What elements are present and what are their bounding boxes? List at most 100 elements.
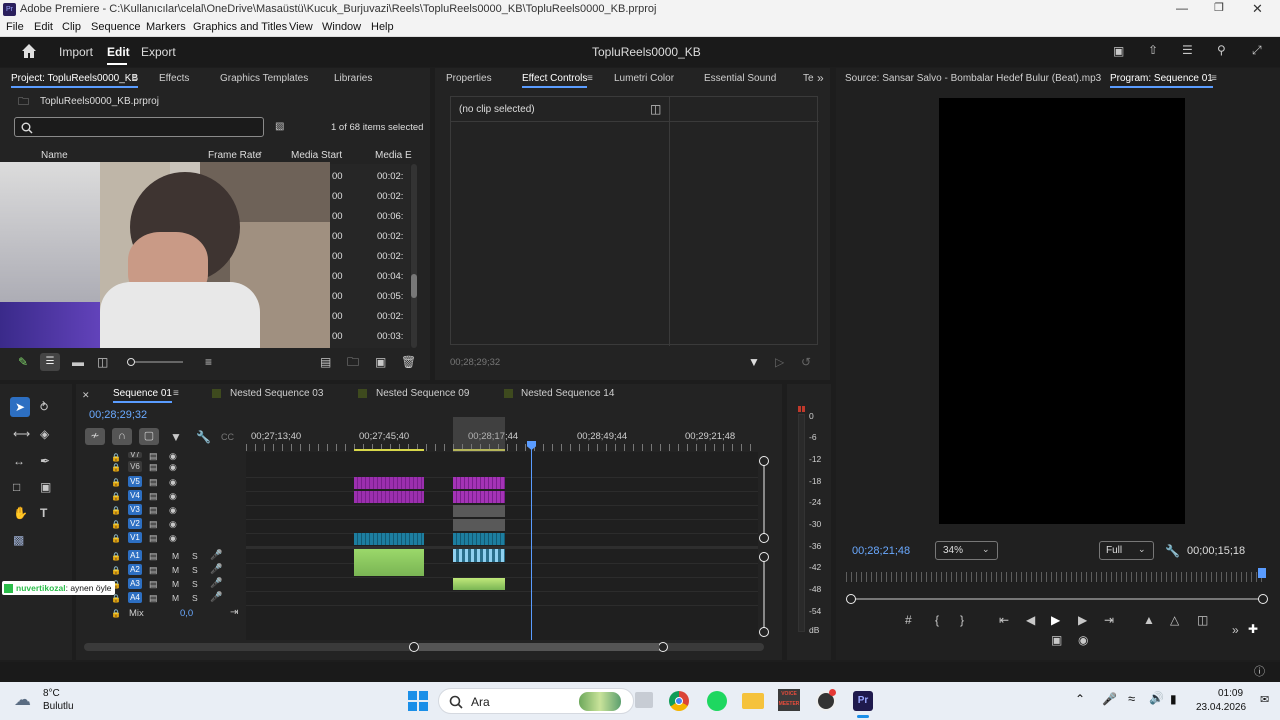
column-header-media-end[interactable]: Media E (375, 150, 412, 161)
audio-vertical-scrollbar[interactable] (759, 552, 769, 637)
toggle-sync-icon[interactable]: ▤ (149, 461, 158, 473)
chevron-up-icon[interactable]: ⌃ (1075, 692, 1085, 706)
type-tool-icon[interactable]: T (40, 507, 47, 519)
microphone-icon[interactable]: 🎤 (210, 578, 222, 590)
table-row[interactable]: 00 00:03: (330, 326, 410, 346)
microphone-icon[interactable]: 🎤 (210, 564, 222, 576)
table-row[interactable]: 00 00:04: (330, 266, 410, 286)
menu-markers[interactable]: Markers (146, 21, 186, 33)
menu-sequence[interactable]: Sequence (91, 21, 141, 33)
project-search-input[interactable] (14, 117, 264, 137)
extract-icon[interactable]: △ (1170, 614, 1179, 626)
track-label-v3[interactable]: V3 (128, 504, 142, 515)
slip-tool-icon[interactable]: ↔ (13, 455, 25, 467)
task-view-icon[interactable] (635, 692, 653, 708)
lock-icon[interactable]: 🔒 (111, 505, 121, 517)
lock-icon[interactable]: 🔒 (111, 533, 121, 545)
tab-project[interactable]: Project: TopluReels0000_KB (11, 73, 139, 88)
volume-icon[interactable]: 🔊 (1149, 691, 1164, 705)
menu-file[interactable]: File (6, 21, 24, 33)
menu-graphics[interactable]: Graphics and Titles (193, 21, 287, 33)
video-clip-v1[interactable] (354, 533, 424, 545)
compare-view-icon[interactable]: ◫ (1197, 614, 1208, 626)
workspaces-icon[interactable]: ☰ (1182, 44, 1193, 56)
clock-date[interactable]: 23.04.2026 (1196, 702, 1246, 713)
video-clip-v1[interactable] (453, 533, 505, 545)
eye-icon[interactable]: ◉ (169, 490, 177, 502)
insert-nested-button[interactable]: ≁ (85, 428, 105, 445)
playhead-line[interactable] (531, 444, 532, 640)
notifications-icon[interactable]: ✉ (1260, 693, 1269, 706)
captions-icon[interactable]: CC (221, 431, 234, 443)
file-explorer-icon[interactable] (742, 693, 764, 709)
tab-program[interactable]: Program: Sequence 01 (1110, 73, 1213, 88)
table-row[interactable]: 00 00:02: (330, 166, 410, 186)
weather-description[interactable]: Bulutlu (43, 701, 74, 712)
solo-button[interactable]: S (192, 593, 198, 603)
list-view-button[interactable]: ☰ (40, 353, 60, 371)
mark-in-icon[interactable]: { (935, 614, 939, 626)
sequence-menu-icon[interactable]: ≡ (173, 388, 179, 400)
zoom-range-icon[interactable]: ▣ (40, 481, 51, 493)
selection-tool-icon[interactable]: ➤ (10, 397, 30, 417)
video-clip-v5[interactable] (354, 477, 424, 489)
microphone-icon[interactable]: 🎤 (210, 550, 222, 562)
obs-icon[interactable] (816, 689, 836, 711)
taskbar-search-box[interactable]: Ara (438, 688, 634, 714)
eye-icon[interactable]: ◉ (169, 518, 177, 530)
column-header-media-start[interactable]: Media Start (291, 150, 342, 161)
new-bin-from-search-icon[interactable]: ▧ (275, 121, 284, 133)
track-label-v4[interactable]: V4 (128, 490, 142, 501)
column-header-name[interactable]: Name (41, 150, 68, 161)
lock-icon[interactable]: 🔒 (111, 519, 121, 531)
toggle-sync-icon[interactable]: ▤ (149, 532, 158, 544)
automate-to-sequence-icon[interactable]: ▤ (320, 356, 331, 368)
microphone-icon[interactable]: 🎤 (210, 592, 222, 604)
go-to-out-icon[interactable]: ⇥ (230, 607, 238, 619)
pencil-icon[interactable]: ✎ (18, 356, 28, 368)
video-clip-v4[interactable] (354, 491, 424, 503)
video-clip-v4[interactable] (453, 491, 505, 503)
lock-icon[interactable]: 🔒 (111, 477, 121, 489)
mix-volume-value[interactable]: 0,0 (180, 608, 193, 619)
audio-clip-a1[interactable] (354, 549, 424, 576)
video-clip-v3[interactable] (453, 505, 505, 517)
track-label-a1[interactable]: A1 (128, 550, 142, 561)
menu-clip[interactable]: Clip (62, 21, 81, 33)
menu-edit[interactable]: Edit (34, 21, 53, 33)
mute-button[interactable]: M (172, 565, 179, 575)
track-select-forward-icon[interactable]: ⥁ (40, 401, 48, 413)
sort-icons-icon[interactable]: ≡ (205, 356, 212, 368)
track-label-v5[interactable]: V5 (128, 476, 142, 487)
table-row[interactable]: 00 00:05: (330, 286, 410, 306)
weather-temp[interactable]: 8°C (43, 688, 60, 699)
tab-source[interactable]: Source: Sansar Salvo - Bombalar Hedef Bu… (845, 73, 1101, 84)
eye-icon[interactable]: ◉ (169, 461, 177, 473)
spotify-icon[interactable] (707, 691, 727, 711)
export-tab[interactable]: Export (141, 45, 176, 59)
tab-nested-sequence-03[interactable]: Nested Sequence 03 (230, 388, 323, 399)
lock-icon[interactable]: 🔒 (111, 462, 121, 474)
program-playhead-marker[interactable] (1258, 568, 1266, 578)
program-menu-icon[interactable]: ≡ (1211, 73, 1217, 85)
audio-clip-a3[interactable] (453, 578, 505, 590)
table-row[interactable]: 00 00:06: (330, 206, 410, 226)
track-label-a4[interactable]: A4 (128, 592, 142, 603)
tab-libraries[interactable]: Libraries (334, 73, 372, 84)
wrench-settings-icon[interactable]: 🔧 (1165, 545, 1180, 557)
video-vertical-scrollbar[interactable] (759, 456, 769, 543)
toggle-sync-icon[interactable]: ▤ (149, 592, 158, 604)
toggle-timeline-icon[interactable]: ◫ (650, 103, 661, 115)
icon-view-icon[interactable]: ▬ (72, 356, 84, 368)
zoom-level-select[interactable]: 34% ⌄ (935, 541, 998, 560)
table-row[interactable]: 00 00:02: (330, 306, 410, 326)
play-only-audio-icon[interactable]: ▷ (775, 356, 784, 368)
close-icon[interactable]: ✕ (1252, 1, 1263, 17)
voicemeeter-icon[interactable]: VOICE MEETER (778, 689, 800, 711)
track-label-v1[interactable]: V1 (128, 532, 142, 543)
clock-time[interactable]: 01:09 (1218, 688, 1243, 699)
audio-clip-a1[interactable] (453, 549, 505, 562)
solo-button[interactable]: S (192, 565, 198, 575)
video-clip-v2[interactable] (453, 519, 505, 531)
share-icon[interactable]: ⇧ (1148, 44, 1158, 56)
